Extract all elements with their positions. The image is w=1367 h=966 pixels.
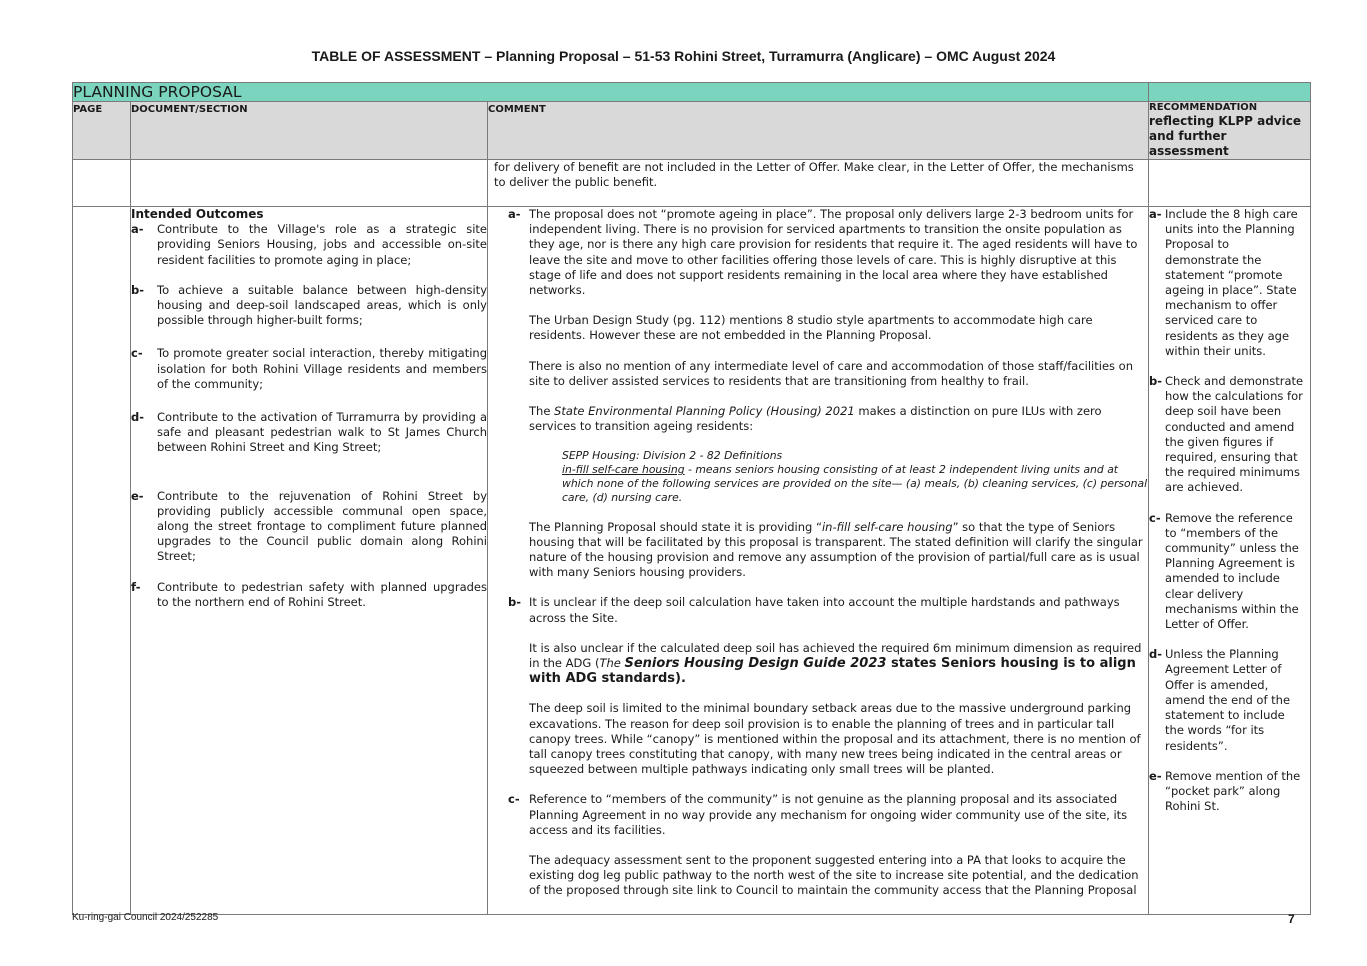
comment-paragraph: The adequacy assessment sent to the prop… (529, 853, 1139, 898)
recommendation-text: Unless the Planning Agreement Letter of … (1165, 647, 1291, 753)
list-item: e- Contribute to the rejuvenation of Rohi… (131, 489, 487, 565)
sepp-title: State Environmental Planning Policy (Hou… (554, 404, 855, 419)
header-recommendation-sub: reflecting KLPP advice and further asses… (1149, 114, 1301, 158)
page-cell (72, 206, 131, 915)
list-item-label: a- (131, 222, 144, 237)
list-item-text: Contribute to the Village's role as a st… (157, 222, 487, 267)
header-recommendation: RECOMMENDATION reflecting KLPP advice an… (1148, 101, 1312, 160)
list-item-label: e- (131, 488, 144, 503)
header-document: DOCUMENT/SECTION (130, 101, 488, 160)
section-title-filler (1148, 82, 1312, 102)
comment-cell: a- The proposal does not “promote ageing… (486, 206, 1150, 915)
comment-label-b: b- (508, 595, 522, 610)
comment-paragraph: It is also unclear if the calculated dee… (529, 641, 1148, 687)
comment-item-a: a- The proposal does not “promote ageing… (488, 207, 1148, 595)
recommendation-label: c- (1149, 510, 1161, 525)
page-title: TABLE OF ASSESSMENT – Planning Proposal … (311, 48, 1056, 64)
text-run: The (599, 656, 625, 671)
table-row: for delivery of benefit are not included… (72, 159, 1312, 207)
list-item-label: b- (131, 282, 145, 297)
list-item: a- Contribute to the Village's role as a … (131, 222, 487, 268)
sepp-quote: SEPP Housing: Division 2 - 82 Definition… (529, 449, 1148, 504)
column-header-row: PAGE DOCUMENT/SECTION COMMENT RECOMMENDA… (72, 101, 1312, 160)
comment-cell: for delivery of benefit are not included… (486, 159, 1150, 207)
comment-label-c: c- (508, 792, 520, 807)
recommendation-item: a- Include the 8 high care units into the… (1149, 207, 1310, 359)
recommendation-item: d- Unless the Planning Agreement Letter o… (1149, 647, 1310, 753)
recommendation-text: Include the 8 high care units into the P… (1165, 207, 1298, 358)
recommendation-cell: a- Include the 8 high care units into the… (1148, 206, 1312, 915)
comment-item-b: b- It is unclear if the deep soil calcul… (488, 595, 1148, 792)
list-item-label: c- (131, 346, 143, 361)
list-item: f- Contribute to pedestrian safety with p… (131, 580, 487, 610)
recommendation-label: e- (1149, 768, 1162, 783)
list-item-label: d- (131, 410, 145, 425)
comment-paragraph: Reference to “members of the community” … (529, 792, 1128, 837)
italic-term: in-fill self-care housing (821, 519, 953, 534)
guide-title: Seniors Housing Design Guide 2023 (624, 656, 887, 672)
list-item-text: To promote greater social interaction, t… (157, 346, 487, 391)
header-comment: COMMENT (486, 101, 1150, 160)
list-item: c- To promote greater social interaction,… (131, 346, 487, 392)
document-cell: Intended Outcomes a- Contribute to the Vi… (130, 206, 488, 915)
text-run: The (529, 404, 555, 419)
document-cell (130, 159, 488, 207)
recommendation-label: a- (1149, 207, 1162, 221)
section-header-row: PLANNING PROPOSAL (71, 82, 1312, 102)
sepp-heading: SEPP Housing: Division 2 - 82 Definition… (562, 449, 783, 463)
page-cell (72, 159, 131, 207)
recommendation-cell (1148, 159, 1312, 207)
comment-paragraph: There is also no mention of any intermed… (529, 358, 1133, 388)
assessment-table: PLANNING PROPOSAL PAGE DOCUMENT/SECTION … (71, 82, 1312, 915)
list-item: d- Contribute to the activation of Turram… (131, 410, 487, 456)
comment-paragraph: It is unclear if the deep soil calculati… (529, 595, 1120, 625)
comment-paragraph: The Planning Proposal should state it is… (529, 520, 1148, 581)
list-item: b- To achieve a suitable balance between … (131, 283, 487, 329)
list-item-text: Contribute to the activation of Turramur… (157, 410, 487, 455)
comment-paragraph: The deep soil is limited to the minimal … (529, 701, 1141, 777)
recommendation-text: Remove the reference to “members of the … (1165, 510, 1299, 632)
recommendation-item: c- Remove the reference to “members of th… (1149, 511, 1310, 633)
intended-outcomes-heading: Intended Outcomes (131, 207, 264, 221)
list-item-text: To achieve a suitable balance between hi… (157, 282, 487, 328)
footer-reference: Ku-ring-gai Council 2024/252285 (72, 912, 219, 923)
list-item-text: Contribute to the rejuvenation of Rohini… (157, 488, 487, 564)
recommendation-text: Check and demonstrate how the calculatio… (1165, 374, 1304, 495)
header-recommendation-label: RECOMMENDATION (1149, 102, 1258, 113)
recommendation-item: b- Check and demonstrate how the calculat… (1149, 374, 1310, 496)
recommendation-label: b- (1149, 374, 1163, 389)
recommendation-label: d- (1149, 647, 1163, 662)
comment-item-c: c- Reference to “members of the communit… (488, 792, 1148, 913)
recommendation-text: Remove mention of the “pocket park” alon… (1165, 768, 1301, 814)
list-item-text: Contribute to pedestrian safety with pla… (157, 579, 487, 609)
comment-label-a: a- (508, 207, 521, 221)
table-row: Intended Outcomes a- Contribute to the Vi… (72, 206, 1312, 915)
continued-comment: for delivery of benefit are not included… (494, 160, 1134, 190)
comment-paragraph: The Urban Design Study (pg. 112) mention… (529, 313, 1093, 343)
sepp-term: in-fill self-care housing (562, 463, 685, 477)
list-item-label: f- (131, 579, 141, 594)
page-number: 7 (1288, 912, 1295, 926)
comment-paragraph: The State Environmental Planning Policy … (529, 404, 1148, 434)
text-run: The Planning Proposal should state it is… (529, 519, 822, 534)
recommendation-item: e- Remove mention of the “pocket park” al… (1149, 769, 1310, 815)
section-title: PLANNING PROPOSAL (71, 82, 1150, 102)
header-page: PAGE (72, 101, 131, 160)
comment-paragraph: The proposal does not “promote ageing in… (529, 207, 1138, 298)
